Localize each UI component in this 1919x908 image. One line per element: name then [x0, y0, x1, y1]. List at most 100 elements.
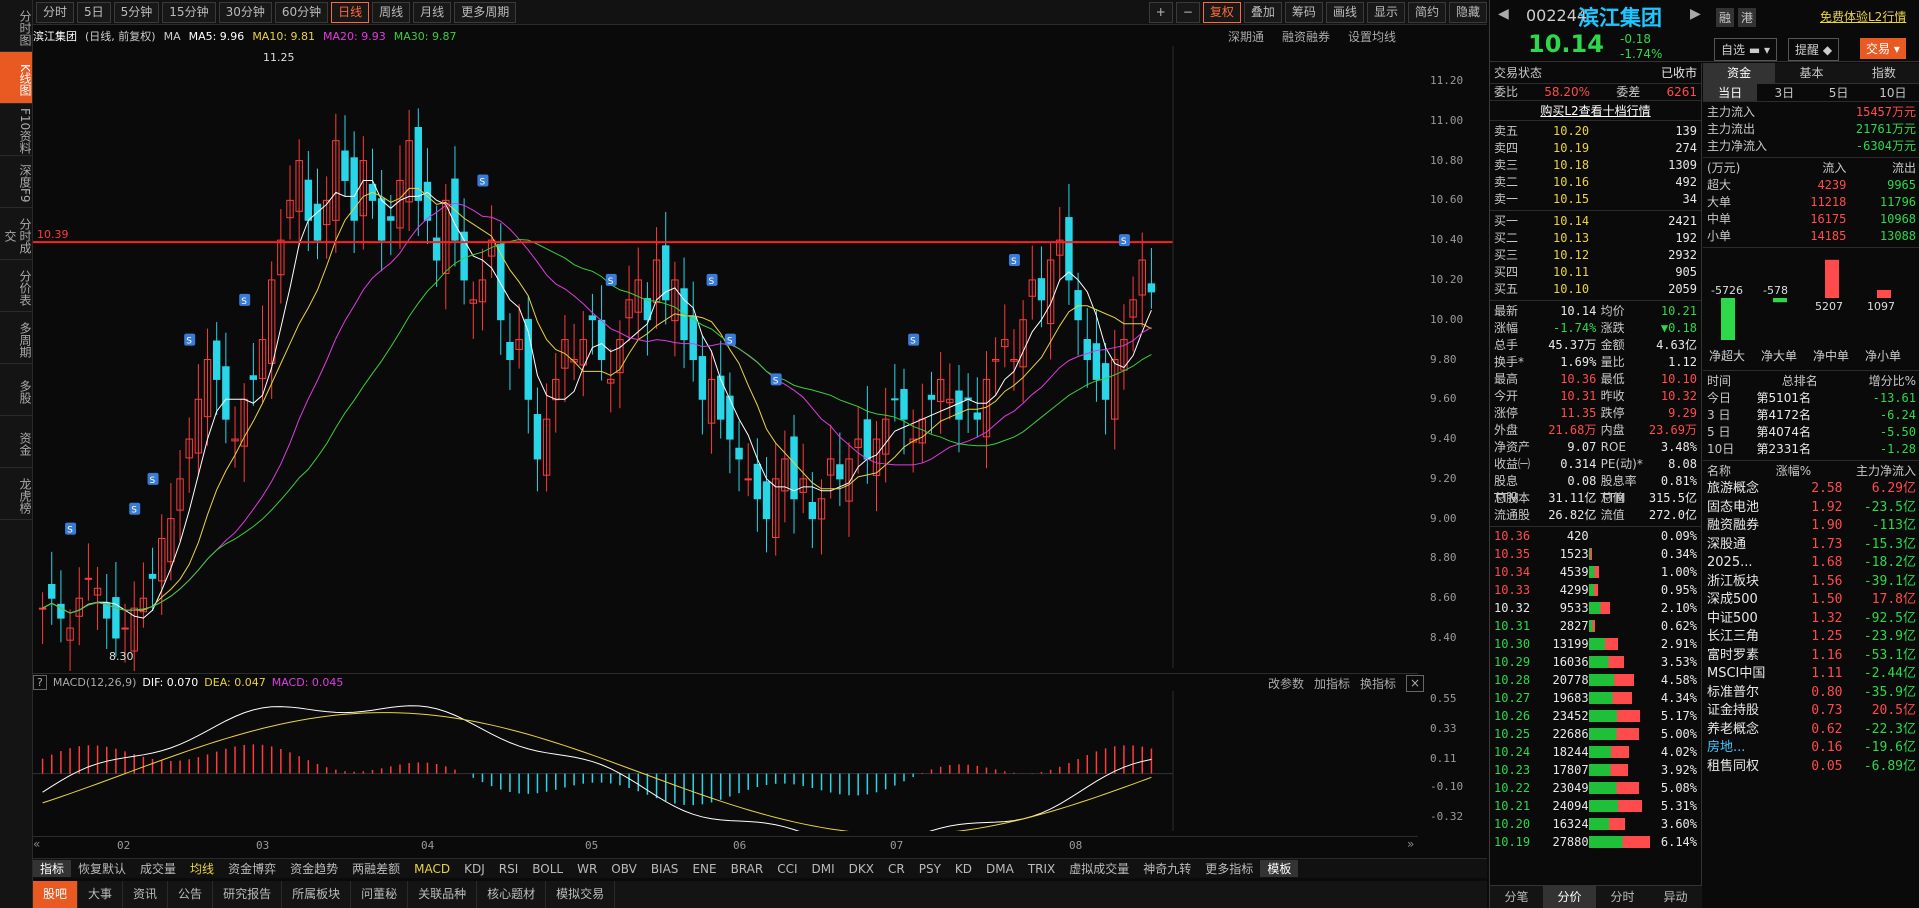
period-tab-4[interactable]: 30分钟 [218, 1, 272, 23]
bottom-tab-7[interactable]: 关联品种 [408, 881, 478, 908]
indicator-tab-22[interactable]: DMA [979, 862, 1021, 876]
period-tab-6[interactable]: 日线 [331, 1, 370, 23]
detail-tab-1[interactable]: 分价 [1543, 886, 1596, 908]
period-tab-1[interactable]: 5日 [77, 1, 111, 23]
macd-link-1[interactable]: 加指标 [1314, 675, 1350, 692]
detail-tab-0[interactable]: 分笔 [1490, 886, 1543, 908]
toolbar-right-5[interactable]: 简约 [1407, 1, 1446, 23]
zoom-in-icon[interactable]: + [1148, 1, 1173, 23]
sector-row[interactable]: 深股通 1.73 -15.3亿 [1707, 536, 1916, 555]
fund-tab-0[interactable]: 资金 [1703, 63, 1776, 83]
indicator-tab-7[interactable]: MACD [407, 862, 457, 876]
indicator-tab-15[interactable]: BRAR [724, 862, 771, 876]
indicator-tab-3[interactable]: 均线 [183, 860, 221, 877]
toolbar-right-0[interactable]: 复权 [1202, 1, 1241, 23]
bottom-tab-5[interactable]: 所属板块 [282, 881, 352, 908]
indicator-tab-9[interactable]: RSI [492, 862, 526, 876]
zoom-out-icon[interactable]: − [1175, 1, 1200, 23]
sector-row[interactable]: MSCI中国 1.11 -2.44亿 [1707, 665, 1916, 684]
indicator-tab-8[interactable]: KDJ [457, 862, 492, 876]
day-tab-0[interactable]: 当日 [1703, 84, 1758, 101]
indicator-tab-0[interactable]: 指标 [33, 860, 72, 877]
toolbar-right-6[interactable]: 隐藏 [1448, 1, 1487, 23]
l2-trial-link[interactable]: 免费体验L2行情 [1820, 8, 1906, 25]
sidebar-item-0[interactable]: 分时图 [0, 0, 32, 52]
sector-row[interactable]: 证金持股 0.73 20.5亿 [1707, 702, 1916, 721]
indicator-tab-21[interactable]: KD [948, 862, 979, 876]
indicator-tab-19[interactable]: CR [881, 862, 912, 876]
macd-link-2[interactable]: 换指标 [1360, 675, 1396, 692]
close-icon[interactable]: × [1406, 675, 1425, 692]
day-tab-2[interactable]: 5日 [1812, 84, 1866, 101]
indicator-tab-23[interactable]: TRIX [1021, 862, 1062, 876]
bottom-tab-6[interactable]: 问董秘 [351, 881, 409, 908]
indicator-tab-13[interactable]: BIAS [644, 862, 686, 876]
buy-l2-link[interactable]: 购买L2查看十档行情 [1490, 100, 1701, 120]
scroll-right-icon[interactable]: » [1407, 837, 1414, 851]
sidebar-item-9[interactable]: 龙虎榜 [0, 468, 32, 520]
period-tab-0[interactable]: 分时 [36, 1, 75, 23]
sidebar-item-5[interactable]: 分价表 [0, 260, 32, 312]
prev-stock-icon[interactable]: ◀ [1498, 6, 1509, 22]
indicator-tab-2[interactable]: 成交量 [133, 860, 183, 877]
bottom-tab-1[interactable]: 大事 [78, 881, 124, 908]
bottom-tab-2[interactable]: 资讯 [123, 881, 169, 908]
indicator-tab-1[interactable]: 恢复默认 [71, 860, 133, 877]
kline-chart[interactable]: 10.39 11.25 8.30 S S S S S S S S S S S S S [33, 46, 1418, 671]
indicator-tab-24[interactable]: 虚拟成交量 [1062, 860, 1136, 877]
sector-row[interactable]: 旅游概念 2.58 6.29亿 [1707, 480, 1916, 499]
hk-badge[interactable]: 港 [1738, 8, 1757, 27]
scroll-left-icon[interactable]: « [33, 837, 40, 851]
indicator-tab-4[interactable]: 资金博弈 [221, 860, 283, 877]
period-tab-2[interactable]: 5分钟 [113, 1, 160, 23]
trade-button[interactable]: 交易 ▾ [1860, 38, 1906, 59]
sidebar-item-2[interactable]: F10资料 [0, 104, 32, 156]
chart-link-1[interactable]: 融资融券 [1282, 28, 1330, 45]
sector-row[interactable]: 深成500 1.50 17.8亿 [1707, 591, 1916, 610]
indicator-tab-16[interactable]: CCI [770, 862, 804, 876]
period-tab-7[interactable]: 周线 [372, 1, 411, 23]
chart-link-0[interactable]: 深期通 [1228, 28, 1264, 45]
sidebar-item-1[interactable]: K线图 [0, 52, 32, 104]
sector-row[interactable]: 固态电池 1.92 -23.5亿 [1707, 499, 1916, 518]
sector-row[interactable]: 房地... 0.16 -19.6亿 [1707, 739, 1916, 758]
indicator-tab-11[interactable]: WR [570, 862, 604, 876]
toolbar-right-4[interactable]: 显示 [1366, 1, 1405, 23]
sidebar-item-3[interactable]: 深度F9 [0, 156, 32, 208]
indicator-tab-27[interactable]: 模板 [1260, 860, 1299, 877]
day-tab-1[interactable]: 3日 [1757, 84, 1811, 101]
period-tab-8[interactable]: 月线 [413, 1, 452, 23]
indicator-tab-25[interactable]: 神奇九转 [1136, 860, 1198, 877]
sidebar-item-8[interactable]: 资金 [0, 416, 32, 468]
sidebar-item-4[interactable]: 分时成交 [0, 208, 32, 260]
bottom-tab-9[interactable]: 模拟交易 [546, 881, 616, 908]
bottom-tab-4[interactable]: 研究报告 [213, 881, 283, 908]
alert-button[interactable]: 提醒 ◆ [1788, 38, 1840, 61]
sidebar-item-7[interactable]: 多股 [0, 364, 32, 416]
bottom-tab-0[interactable]: 股吧 [33, 881, 79, 908]
sidebar-item-6[interactable]: 多周期 [0, 312, 32, 364]
sector-row[interactable]: 2025... 1.68 -18.2亿 [1707, 554, 1916, 573]
chart-link-2[interactable]: 设置均线 [1348, 28, 1396, 45]
period-tab-5[interactable]: 60分钟 [274, 1, 329, 23]
sector-row[interactable]: 租售同权 0.05 -6.89亿 [1707, 758, 1916, 777]
sector-row[interactable]: 富时罗素 1.16 -53.1亿 [1707, 647, 1916, 666]
fund-tab-2[interactable]: 指数 [1848, 63, 1919, 83]
indicator-tab-26[interactable]: 更多指标 [1198, 860, 1260, 877]
day-tab-3[interactable]: 10日 [1866, 84, 1919, 101]
sector-row[interactable]: 长江三角 1.25 -23.9亿 [1707, 628, 1916, 647]
sector-row[interactable]: 养老概念 0.62 -22.3亿 [1707, 721, 1916, 740]
sector-row[interactable]: 融资融券 1.90 -113亿 [1707, 517, 1916, 536]
watchlist-button[interactable]: 自选 ▬ ▾ [1714, 38, 1778, 61]
toolbar-right-3[interactable]: 画线 [1325, 1, 1364, 23]
period-tab-9[interactable]: 更多周期 [454, 1, 517, 23]
macd-link-0[interactable]: 改参数 [1268, 675, 1304, 692]
detail-tab-3[interactable]: 异动 [1649, 886, 1702, 908]
bottom-tab-3[interactable]: 公告 [168, 881, 214, 908]
indicator-tab-14[interactable]: ENE [685, 862, 723, 876]
sector-row[interactable]: 标准普尔 0.80 -35.9亿 [1707, 684, 1916, 703]
macd-chart[interactable] [33, 691, 1418, 831]
indicator-tab-5[interactable]: 资金趋势 [283, 860, 345, 877]
indicator-tab-6[interactable]: 两融差额 [345, 860, 407, 877]
indicator-tab-18[interactable]: DKX [842, 862, 881, 876]
